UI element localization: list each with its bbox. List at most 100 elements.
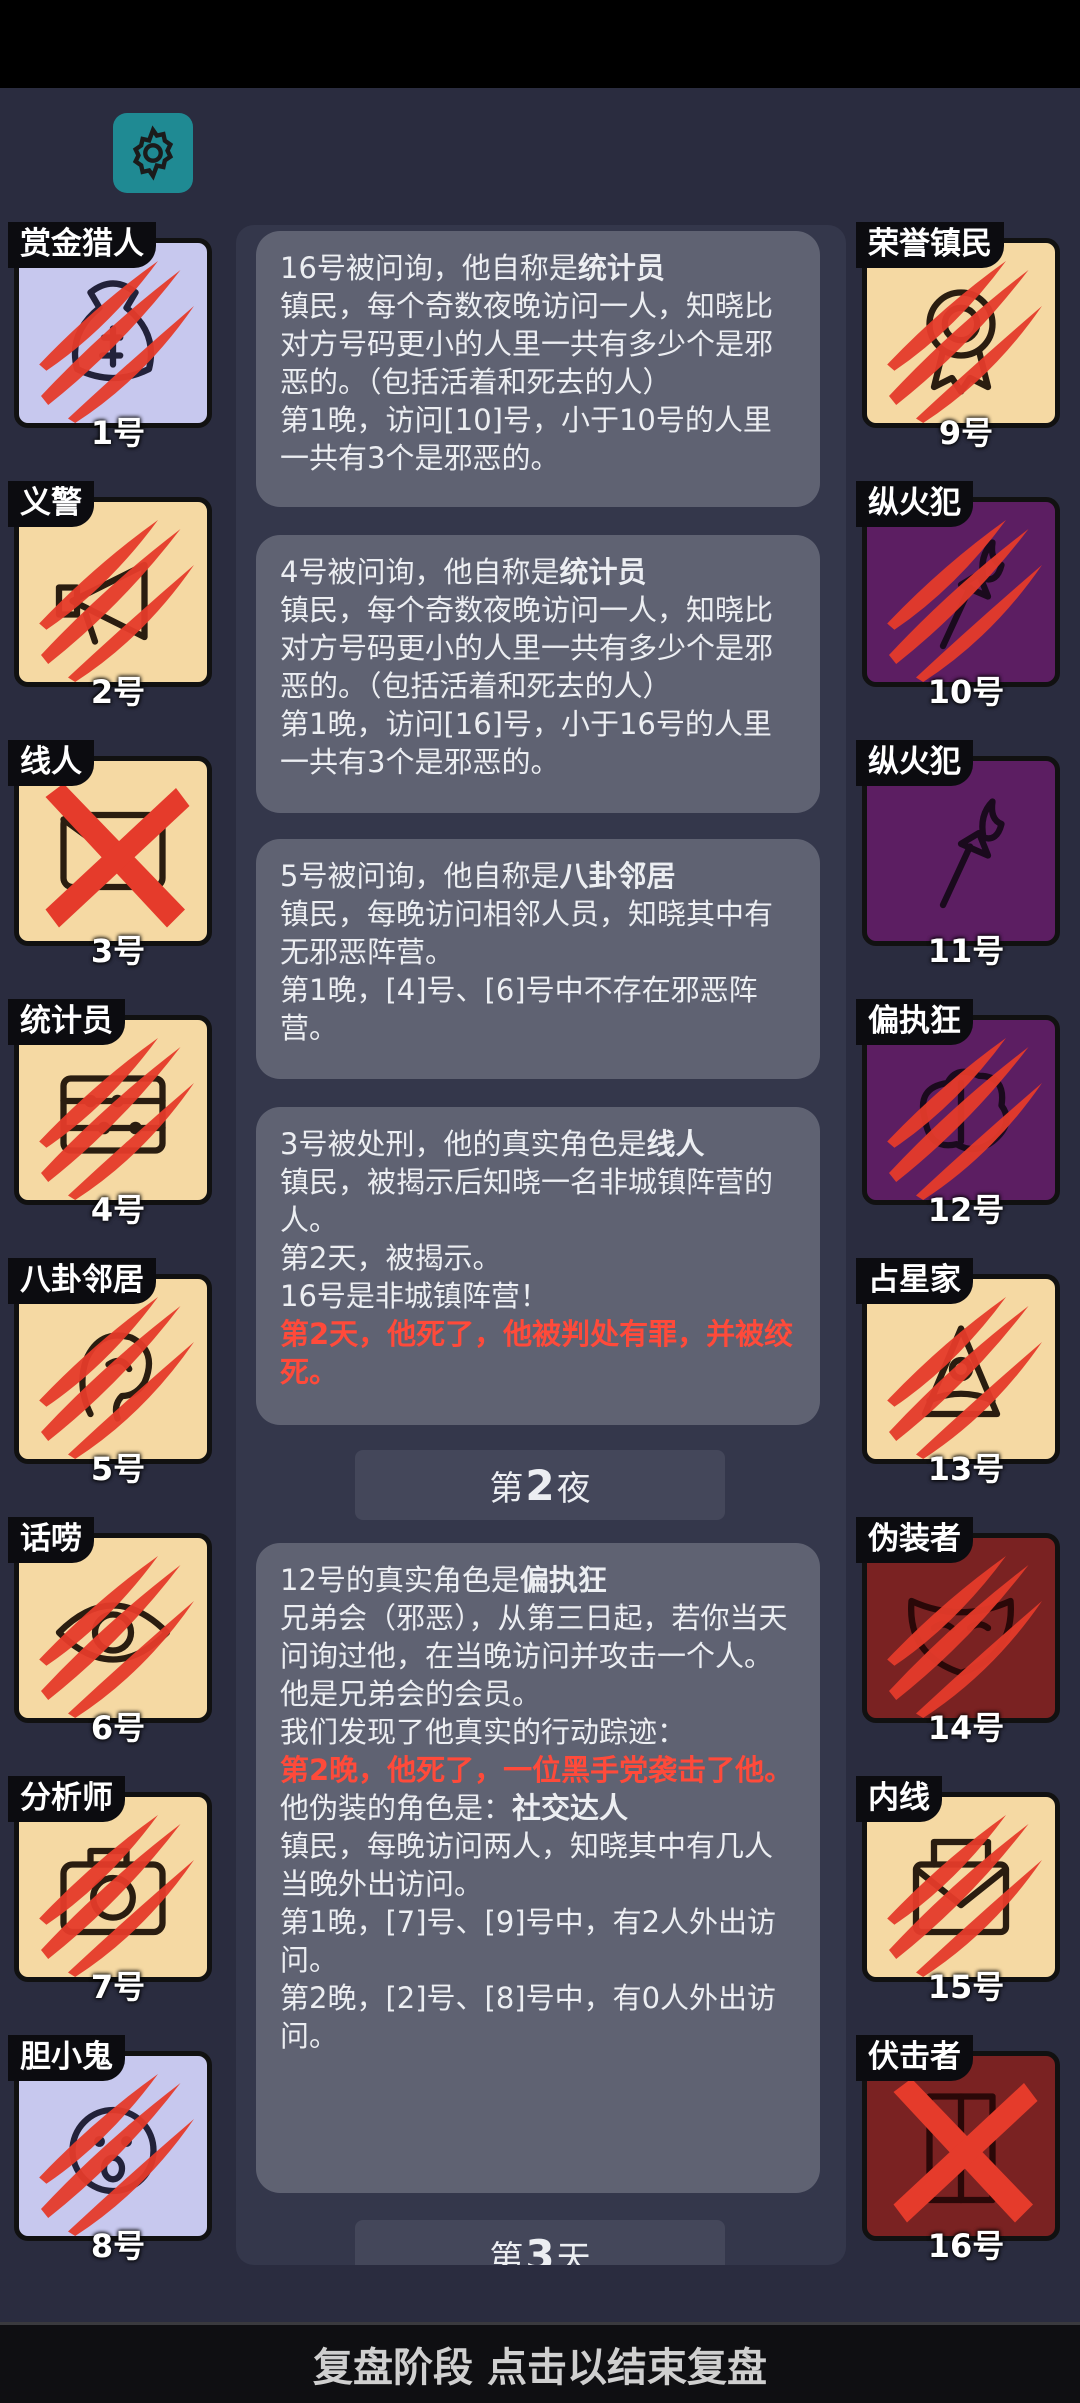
player-number: 15号 [927,1968,1005,2006]
medal-icon [887,261,1042,423]
ear-icon [39,1297,194,1459]
log-line: 镇民，每个奇数夜晚访问一人，知晓比对方号码更小的人里一共有多少个是邪恶的。（包括… [280,287,796,401]
role-name-tag: 纵火犯 [856,740,973,786]
settings-button[interactable] [113,113,193,193]
log-highlight-text: 第2天，他死了，他被判处有罪，并被绞死。 [280,1317,794,1389]
role-name-text: 偏执狂 [519,1563,607,1597]
log-text: 第2天，被揭示。 [280,1241,502,1275]
player-card-6号[interactable]: 话唠 6号 [8,1517,212,1747]
mask-icon [887,1556,1042,1718]
log-text: 5号被问询，他自称是 [280,859,560,893]
log-text: 我们发现了他真实的行动踪迹： [280,1715,687,1749]
player-number: 4号 [90,1191,146,1229]
player-number: 16号 [927,2227,1005,2265]
role-name-tag: 线人 [8,740,94,786]
log-text: 第1晚，[4]号、[6]号中不存在邪恶阵营。 [280,973,758,1045]
player-card-12号[interactable]: 偏执狂 12号 [856,999,1060,1229]
player-card-9号[interactable]: 荣誉镇民 9号 [856,222,1060,452]
player-number: 2号 [90,673,146,711]
log-line: 兄弟会（邪恶），从第三日起，若你当天问询过他，在当晚访问并攻击一个人。 [280,1599,796,1675]
log-text: 第2晚，[2]号、[8]号中，有0人外出访问。 [280,1981,777,2053]
envelope-icon [887,1815,1042,1977]
log-line: 第1晚，[4]号、[6]号中不存在邪恶阵营。 [280,971,796,1047]
log-line: 4号被问询，他自称是统计员 [280,553,796,591]
brain-icon [887,1038,1042,1200]
log-text: 第1晚，访问[10]号，小于10号的人里一共有3个是邪恶的。 [280,403,772,475]
end-review-button[interactable]: 复盘阶段 点击以结束复盘 [0,2322,1080,2403]
role-name-tag: 胆小鬼 [8,2035,125,2081]
player-card-1号[interactable]: 赏金猎人 1号 [8,222,212,452]
log-line: 第1晚，访问[16]号，小于16号的人里一共有3个是邪恶的。 [280,705,796,781]
log-line: 第2晚，他死了，一位黑手党袭击了他。 [280,1751,796,1789]
torch-icon [887,520,1042,682]
end-review-label: 复盘阶段 点击以结束复盘 [313,2345,767,2391]
player-card-15号[interactable]: 内线 15号 [856,1776,1060,2006]
player-number: 11号 [927,932,1005,970]
role-name-tag: 统计员 [8,999,125,1045]
role-name-tag: 义警 [8,481,94,527]
log-line: 他是兄弟会的会员。 [280,1675,796,1713]
log-text: 第1晚，[7]号、[9]号中，有2人外出访问。 [280,1905,777,1977]
player-card-14号[interactable]: 伪装者 14号 [856,1517,1060,1747]
log-text: 镇民，每晚访问相邻人员，知晓其中有无邪恶阵营。 [280,897,774,969]
log-text: 兄弟会（邪恶），从第三日起，若你当天问询过他，在当晚访问并攻击一个人。 [280,1601,788,1673]
log-text: 4号被问询，他自称是 [280,555,560,589]
log-message: 3号被处刑，他的真实角色是线人 镇民，被揭示后知晓一名非城镇阵营的人。 第2天，被揭… [256,1107,820,1425]
log-line: 第2天，被揭示。 [280,1239,796,1277]
divider-number: 3 [525,2230,555,2266]
role-name-tag: 八卦邻居 [8,1258,156,1304]
player-card-3号[interactable]: 线人 3号 [8,740,212,970]
divider-suffix: 天 [556,2238,591,2266]
role-name-tag: 伪装者 [856,1517,973,1563]
gear-icon [132,125,174,181]
role-name-tag: 内线 [856,1776,942,1822]
log-line: 镇民，每晚访问两人，知晓其中有几人当晚外出访问。 [280,1827,796,1903]
player-number: 9号 [938,414,994,452]
role-name-text: 八卦邻居 [559,859,676,893]
log-message: 12号的真实角色是偏执狂 兄弟会（邪恶），从第三日起，若你当天问询过他，在当晚访问… [256,1543,820,2193]
player-card-13号[interactable]: 占星家 13号 [856,1258,1060,1488]
role-name-tag: 占星家 [856,1258,973,1304]
role-name-tag: 荣誉镇民 [856,222,1004,268]
scared-face-icon [39,2074,194,2236]
torch-icon [939,798,1005,909]
divider-prefix: 第 [489,1468,524,1509]
log-text: 他是兄弟会的会员。 [280,1677,542,1711]
player-card-7号[interactable]: 分析师 7号 [8,1776,212,2006]
log-line: 镇民，每晚访问相邻人员，知晓其中有无邪恶阵营。 [280,895,796,971]
phase-divider-night-2: 第2夜 [355,1450,725,1520]
player-card-2号[interactable]: 义警 2号 [8,481,212,711]
log-line: 5号被问询，他自称是八卦邻居 [280,857,796,895]
log-line: 16号是非城镇阵营！ [280,1277,796,1315]
player-number: 10号 [927,673,1005,711]
player-number: 13号 [927,1450,1005,1488]
player-card-5号[interactable]: 八卦邻居 5号 [8,1258,212,1488]
player-card-8号[interactable]: 胆小鬼 8号 [8,2035,212,2265]
player-number: 8号 [90,2227,146,2265]
log-text: 12号的真实角色是 [280,1563,520,1597]
log-line: 第1晚，访问[10]号，小于10号的人里一共有3个是邪恶的。 [280,401,796,477]
role-name-tag: 赏金猎人 [8,222,156,268]
abacus-icon [39,1038,194,1200]
log-text: 镇民，每个奇数夜晚访问一人，知晓比对方号码更小的人里一共有多少个是邪恶的。（包括… [280,593,774,703]
log-text: 镇民，每晚访问两人，知晓其中有几人当晚外出访问。 [280,1829,774,1901]
log-message: 4号被问询，他自称是统计员 镇民，每个奇数夜晚访问一人，知晓比对方号码更小的人里一… [256,535,820,813]
review-log-panel[interactable]: 16号被问询，他自称是统计员 镇民，每个奇数夜晚访问一人，知晓比对方号码更小的人里… [236,225,846,2265]
log-text: 镇民，被揭示后知晓一名非城镇阵营的人。 [280,1165,774,1237]
player-number: 3号 [90,932,146,970]
role-name-tag: 话唠 [8,1517,94,1563]
log-line: 第2晚，[2]号、[8]号中，有0人外出访问。 [280,1979,796,2055]
player-card-10号[interactable]: 纵火犯 10号 [856,481,1060,711]
eye-icon [39,1556,194,1718]
log-line: 12号的真实角色是偏执狂 [280,1561,796,1599]
role-name-tag: 伏击者 [856,2035,973,2081]
player-card-11号[interactable]: 纵火犯 11号 [856,740,1060,970]
message-icon [45,783,190,928]
divider-prefix: 第 [489,2238,524,2266]
door-icon [893,2078,1038,2223]
player-card-16号[interactable]: 伏击者 16号 [856,2035,1060,2265]
log-text: 他伪装的角色是： [280,1791,513,1825]
player-card-4号[interactable]: 统计员 4号 [8,999,212,1229]
log-text: 16号是非城镇阵营！ [280,1279,549,1313]
role-name-tag: 纵火犯 [856,481,973,527]
